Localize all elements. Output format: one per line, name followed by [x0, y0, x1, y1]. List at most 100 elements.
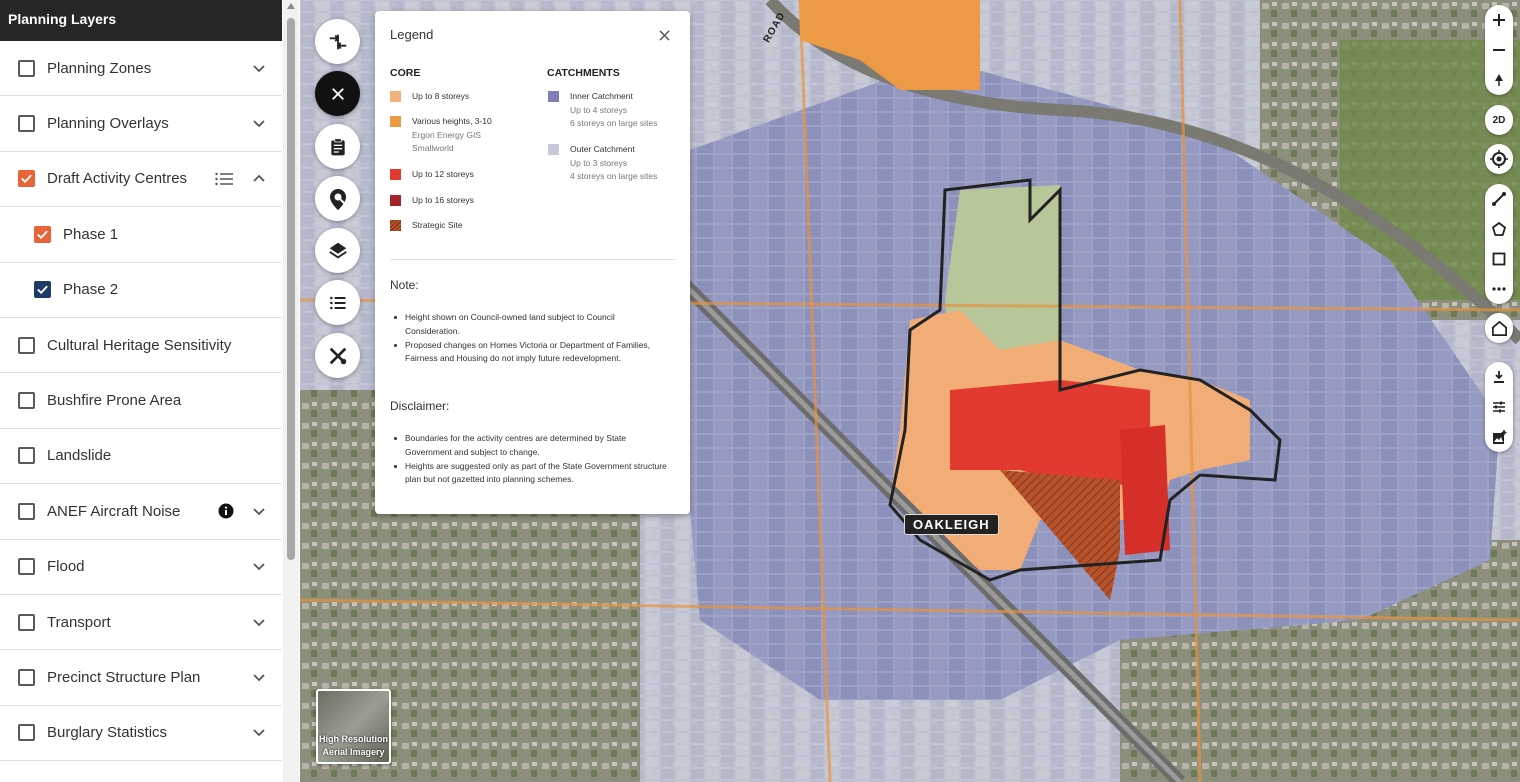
- layer-row-planning-zones[interactable]: Planning Zones: [0, 41, 282, 97]
- legend-swatch: [390, 195, 401, 206]
- layer-label: Planning Overlays: [47, 115, 169, 133]
- info-icon[interactable]: [218, 503, 234, 519]
- layer-checkbox[interactable]: [18, 115, 35, 133]
- note-title: Note:: [390, 278, 419, 292]
- layer-row-flood[interactable]: Flood: [0, 540, 282, 595]
- layer-row-actions: [215, 152, 266, 206]
- legend-label: Up to 16 storeys: [412, 195, 474, 205]
- legend-swatch: [390, 116, 401, 127]
- legend-item: Inner Catchment Up to 4 storeys 6 storeys …: [548, 90, 657, 131]
- legend-close-button[interactable]: [659, 28, 670, 46]
- layer-row-planning-overlays[interactable]: Planning Overlays: [0, 96, 282, 152]
- basemap-switcher[interactable]: High Resolution Aerial Imagery: [316, 689, 391, 764]
- layer-checkbox[interactable]: [18, 613, 35, 631]
- locate-control: [1485, 144, 1513, 174]
- location-search-button[interactable]: [315, 176, 360, 221]
- layer-label: Cultural Heritage Sensitivity: [47, 336, 232, 354]
- layer-row-actions: [218, 484, 266, 538]
- layer-label: Flood: [47, 558, 85, 576]
- view-mode-button[interactable]: 2D: [1485, 105, 1513, 135]
- legend-text: Strategic Site: [412, 219, 463, 233]
- layer-label: Planning Zones: [47, 59, 152, 77]
- layer-row-phase-1[interactable]: Phase 1: [0, 207, 282, 263]
- disclaimer-item: Boundaries for the activity centres are …: [390, 432, 670, 460]
- locate-button[interactable]: [1485, 144, 1513, 174]
- compare-icon: [329, 34, 346, 49]
- layer-checkbox[interactable]: [18, 392, 35, 410]
- zoom-controls: [1485, 5, 1513, 95]
- draw-polygon-button[interactable]: [1485, 214, 1513, 244]
- layer-row-burglary-statistics[interactable]: Burglary Statistics: [0, 706, 282, 762]
- layer-checkbox[interactable]: [18, 668, 35, 686]
- chevron-down-icon[interactable]: [252, 727, 266, 738]
- layer-checkbox[interactable]: [34, 281, 51, 299]
- chevron-down-icon[interactable]: [252, 506, 266, 517]
- zoom-in-button[interactable]: [1485, 5, 1513, 35]
- chevron-down-icon[interactable]: [252, 561, 266, 572]
- layer-label: Precinct Structure Plan: [47, 668, 201, 686]
- legend-text: Up to 12 storeys: [412, 168, 474, 182]
- map-canvas[interactable]: ROAD OAKLEIGH Legend CORE CATCHMENTS Up …: [300, 0, 1520, 782]
- layer-row-actions: [252, 96, 266, 150]
- layer-checkbox[interactable]: [18, 447, 35, 465]
- compass-button[interactable]: [1485, 65, 1513, 95]
- home-button[interactable]: [1485, 313, 1513, 343]
- zoom-in-icon: [1493, 14, 1505, 26]
- list-icon[interactable]: [215, 171, 234, 187]
- add-image-button[interactable]: [1485, 422, 1513, 452]
- layer-row-bushfire-prone-area[interactable]: Bushfire Prone Area: [0, 373, 282, 429]
- layer-checkbox[interactable]: [18, 558, 35, 576]
- chevron-down-icon[interactable]: [252, 63, 266, 74]
- layer-row-landslide[interactable]: Landslide: [0, 429, 282, 485]
- layer-row-phase-2[interactable]: Phase 2: [0, 263, 282, 318]
- chevron-down-icon[interactable]: [252, 617, 266, 628]
- layer-row-actions: [252, 706, 266, 760]
- report-button[interactable]: [315, 124, 360, 169]
- disclaimer-title: Disclaimer:: [390, 399, 450, 413]
- draw-rectangle-button[interactable]: [1485, 244, 1513, 274]
- layer-row-precinct-structure-plan[interactable]: Precinct Structure Plan: [0, 650, 282, 706]
- sidebar-scrollbar[interactable]: [283, 0, 299, 782]
- more-tools-button[interactable]: [1485, 274, 1513, 304]
- layer-row-cultural-heritage-sensitivity[interactable]: Cultural Heritage Sensitivity: [0, 318, 282, 374]
- layer-checkbox[interactable]: [18, 170, 35, 188]
- layer-checkbox[interactable]: [18, 59, 35, 77]
- location-search-icon: [329, 188, 346, 210]
- settings-button[interactable]: [1485, 392, 1513, 422]
- layer-row-transport[interactable]: Transport: [0, 595, 282, 651]
- legend-swatch: [548, 144, 559, 155]
- layer-checkbox[interactable]: [34, 225, 51, 243]
- layer-row-draft-activity-centres[interactable]: Draft Activity Centres: [0, 152, 282, 208]
- draw-line-button[interactable]: [1485, 184, 1513, 214]
- layer-row-actions: [252, 41, 266, 95]
- legend-button[interactable]: [315, 280, 360, 325]
- layer-checkbox[interactable]: [18, 502, 35, 520]
- layer-label: Draft Activity Centres: [47, 170, 188, 188]
- chevron-up-icon[interactable]: [252, 173, 266, 184]
- scroll-thumb[interactable]: [287, 18, 295, 560]
- measure-tools-button[interactable]: [315, 333, 360, 378]
- layer-checkbox[interactable]: [18, 336, 35, 354]
- layer-row-actions: [252, 540, 266, 594]
- layer-row-anef-aircraft-noise[interactable]: ANEF Aircraft Noise: [0, 484, 282, 540]
- layer-label: Transport: [47, 613, 111, 631]
- legend-item: Outer Catchment Up to 3 storeys 4 storeys …: [548, 143, 657, 184]
- zoom-out-button[interactable]: [1485, 35, 1513, 65]
- station-label: OAKLEIGH: [904, 514, 999, 535]
- layer-row-actions: [252, 650, 266, 704]
- locate-icon: [1490, 150, 1508, 168]
- chevron-down-icon[interactable]: [252, 118, 266, 129]
- planning-layers-panel: Planning Layers Planning Zones Planning O…: [0, 0, 282, 782]
- layer-checkbox[interactable]: [18, 724, 35, 742]
- core-heading: CORE: [390, 67, 421, 79]
- checkmark-icon: [21, 175, 32, 184]
- scroll-up-arrow[interactable]: [287, 3, 295, 9]
- legend-label: Up to 8 storeys: [412, 91, 470, 101]
- chevron-down-icon[interactable]: [252, 672, 266, 683]
- layers-button[interactable]: [315, 228, 360, 273]
- disclaimer-list: Boundaries for the activity centres are …: [390, 432, 670, 487]
- compare-button[interactable]: [315, 19, 360, 64]
- legend-text: Various heights, 3-10 Ergon Energy GIS Sma…: [412, 115, 492, 156]
- close-tools-button[interactable]: [315, 71, 360, 116]
- download-button[interactable]: [1485, 362, 1513, 392]
